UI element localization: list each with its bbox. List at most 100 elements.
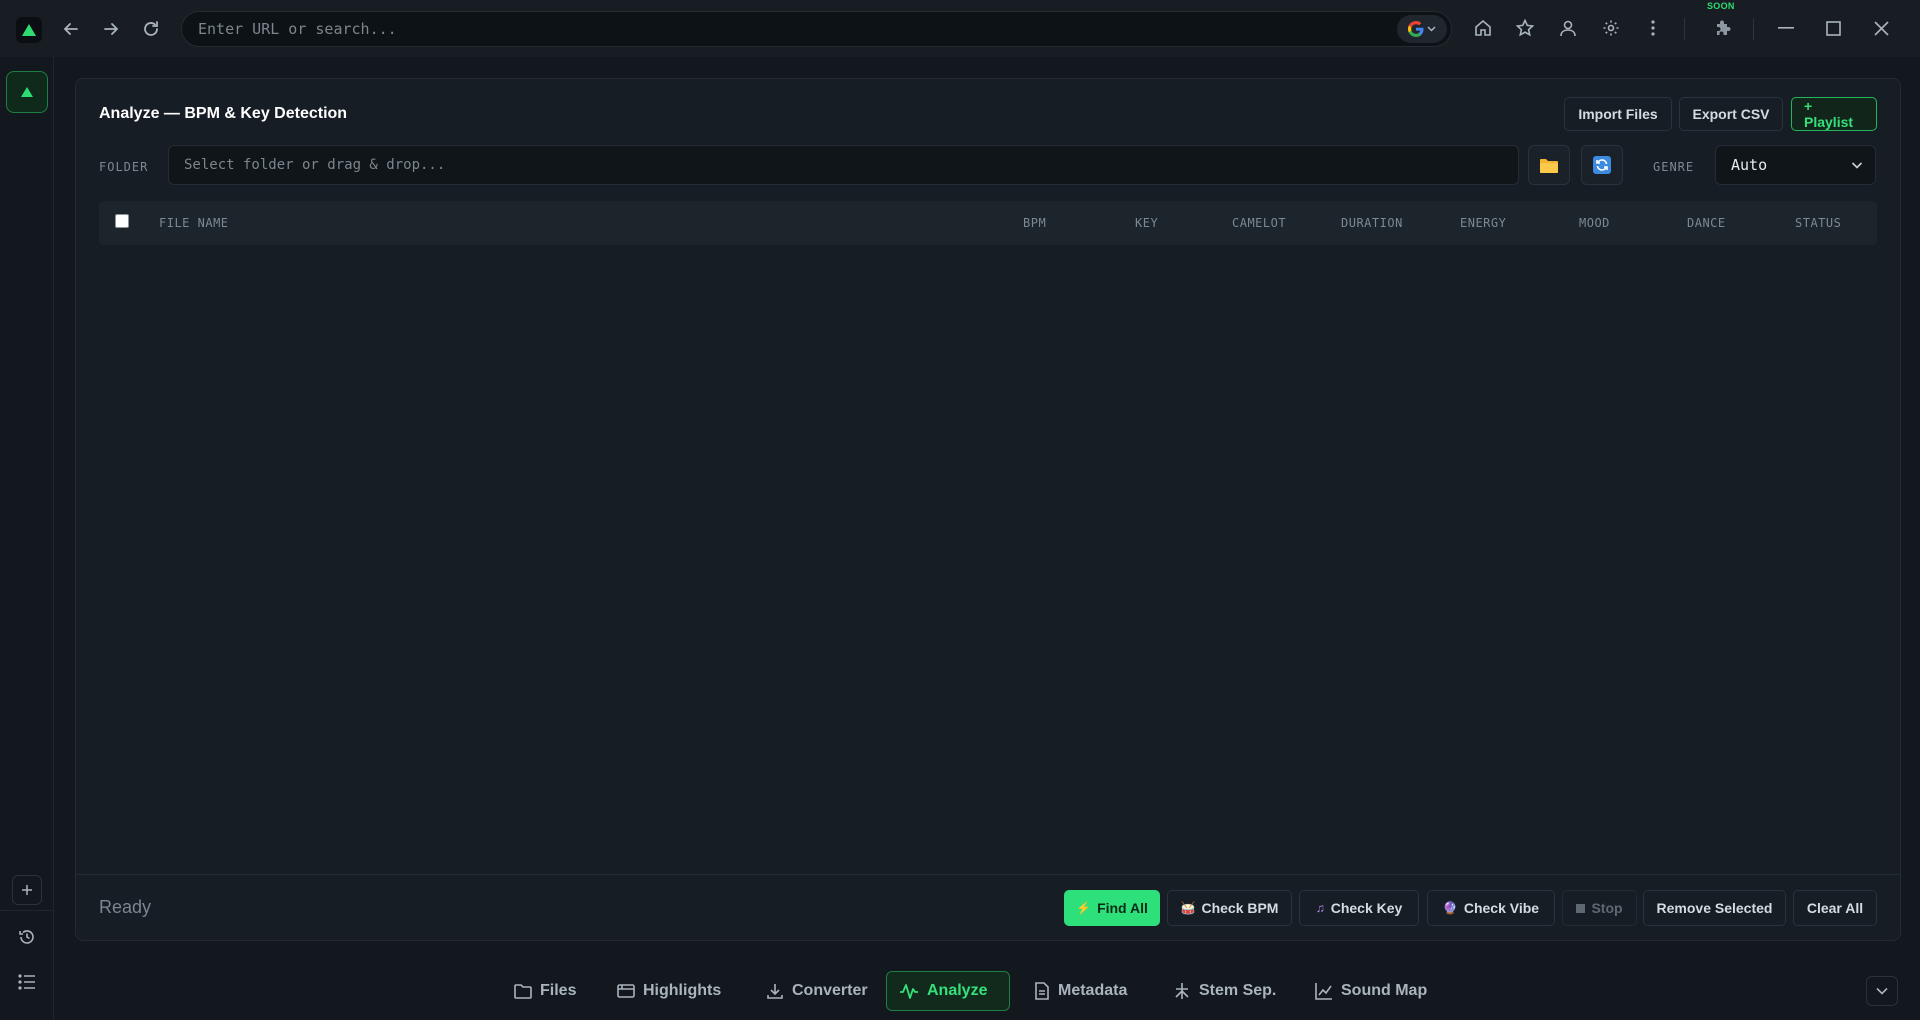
rail-home-button[interactable] (6, 71, 48, 113)
list-icon (18, 974, 35, 990)
window-icon (617, 984, 635, 998)
column-mood[interactable]: MOOD (1579, 216, 1610, 230)
genre-label: GENRE (1653, 160, 1695, 174)
find-all-button[interactable]: ⚡ Find All (1064, 890, 1160, 926)
app-logo-icon (21, 87, 33, 97)
folder-label: FOLDER (99, 160, 149, 174)
scatter-icon (1315, 983, 1332, 1000)
check-key-label: Check Key (1330, 900, 1403, 916)
refresh-folder-button[interactable] (1581, 145, 1623, 185)
minimize-button[interactable] (1771, 13, 1801, 43)
add-playlist-button[interactable]: + Playlist (1791, 97, 1877, 131)
refresh-icon (1593, 156, 1611, 174)
import-files-button[interactable]: Import Files (1564, 97, 1672, 131)
check-vibe-label: Check Vibe (1463, 900, 1540, 916)
check-bpm-label: Check BPM (1201, 900, 1279, 916)
stop-label: Stop (1591, 900, 1623, 916)
user-icon (1560, 20, 1576, 37)
page-title: Analyze — BPM & Key Detection (99, 105, 348, 122)
nav-converter[interactable]: Converter (754, 971, 880, 1011)
drum-icon: 🥁 (1180, 901, 1196, 915)
settings-button[interactable] (1596, 13, 1626, 43)
history-button[interactable] (12, 922, 42, 952)
genre-value: Auto (1731, 156, 1768, 174)
nav-highlights-label: Highlights (643, 982, 722, 999)
puzzle-icon (1717, 20, 1731, 35)
add-button[interactable] (12, 875, 42, 905)
column-status[interactable]: STATUS (1795, 216, 1841, 230)
minimize-icon (1778, 27, 1794, 29)
left-rail (0, 57, 54, 1020)
document-icon (1035, 982, 1049, 1000)
waveform-icon (900, 984, 918, 999)
url-bar[interactable] (181, 11, 1452, 47)
clear-all-button[interactable]: Clear All (1793, 890, 1877, 926)
status-text: Ready (99, 897, 152, 917)
stop-icon (1576, 903, 1586, 913)
column-energy[interactable]: ENERGY (1460, 216, 1506, 230)
nav-sound-map-label: Sound Map (1341, 982, 1428, 999)
reload-button[interactable] (136, 14, 166, 44)
genre-select[interactable]: Auto (1715, 145, 1876, 185)
google-icon (1408, 21, 1424, 37)
export-csv-button[interactable]: Export CSV (1679, 97, 1783, 131)
column-key[interactable]: KEY (1135, 216, 1158, 230)
toolbar-divider (1684, 18, 1685, 40)
close-button[interactable] (1866, 13, 1896, 43)
nav-analyze-label: Analyze (927, 982, 988, 999)
folder-icon (1540, 158, 1558, 173)
back-button[interactable] (56, 14, 86, 44)
home-icon (1475, 19, 1491, 36)
chevron-down-icon (1427, 26, 1436, 32)
column-camelot[interactable]: CAMELOT (1232, 216, 1286, 230)
search-engine-selector[interactable] (1397, 15, 1447, 43)
toolbar-divider (1753, 18, 1754, 40)
column-duration[interactable]: DURATION (1341, 216, 1403, 230)
url-input[interactable] (198, 20, 1298, 38)
home-button[interactable] (1468, 13, 1498, 43)
folder-icon (514, 984, 532, 999)
folder-input[interactable] (184, 157, 1484, 173)
bottom-nav: Files Highlights Converter Analyze Metad… (54, 960, 1920, 1020)
forward-button[interactable] (96, 14, 126, 44)
history-icon (19, 930, 34, 944)
more-menu-button[interactable] (1638, 13, 1668, 43)
find-all-label: Find All (1097, 900, 1148, 916)
star-icon (1516, 19, 1534, 37)
select-all-checkbox[interactable] (115, 214, 129, 228)
app-logo-icon[interactable] (16, 17, 42, 43)
column-dance[interactable]: DANCE (1687, 216, 1726, 230)
nav-analyze[interactable]: Analyze (886, 971, 1010, 1011)
nav-files[interactable]: Files (502, 971, 588, 1011)
collapse-button[interactable] (1866, 976, 1898, 1006)
music-note-icon: ♫ (1315, 901, 1325, 915)
kebab-menu-icon (1651, 20, 1655, 36)
vibe-icon: 🔮 (1442, 901, 1458, 915)
browser-toolbar: SOON (0, 0, 1920, 57)
browse-folder-button[interactable] (1528, 145, 1570, 185)
extensions-button[interactable] (1708, 13, 1738, 43)
check-bpm-button[interactable]: 🥁 Check BPM (1167, 890, 1292, 926)
list-button[interactable] (12, 967, 42, 997)
nav-sound-map[interactable]: Sound Map (1303, 971, 1439, 1011)
nav-metadata[interactable]: Metadata (1022, 971, 1139, 1011)
split-icon (1175, 983, 1189, 999)
folder-field[interactable] (168, 145, 1519, 185)
profile-button[interactable] (1553, 13, 1583, 43)
maximize-button[interactable] (1818, 13, 1848, 43)
check-key-button[interactable]: ♫ Check Key (1299, 890, 1419, 926)
nav-highlights[interactable]: Highlights (605, 971, 733, 1011)
bookmark-button[interactable] (1510, 13, 1540, 43)
close-icon (1873, 20, 1889, 36)
stop-button[interactable]: Stop (1562, 890, 1637, 926)
maximize-icon (1825, 20, 1841, 36)
footer-divider (76, 874, 1900, 875)
remove-selected-button[interactable]: Remove Selected (1643, 890, 1786, 926)
chevron-down-icon (1851, 162, 1863, 169)
nav-stem-sep[interactable]: Stem Sep. (1161, 971, 1288, 1011)
soon-badge: SOON (1707, 1, 1735, 11)
column-file-name[interactable]: FILE NAME (159, 216, 229, 230)
lightning-icon: ⚡ (1076, 901, 1092, 915)
column-bpm[interactable]: BPM (1023, 216, 1046, 230)
check-vibe-button[interactable]: 🔮 Check Vibe (1427, 890, 1555, 926)
